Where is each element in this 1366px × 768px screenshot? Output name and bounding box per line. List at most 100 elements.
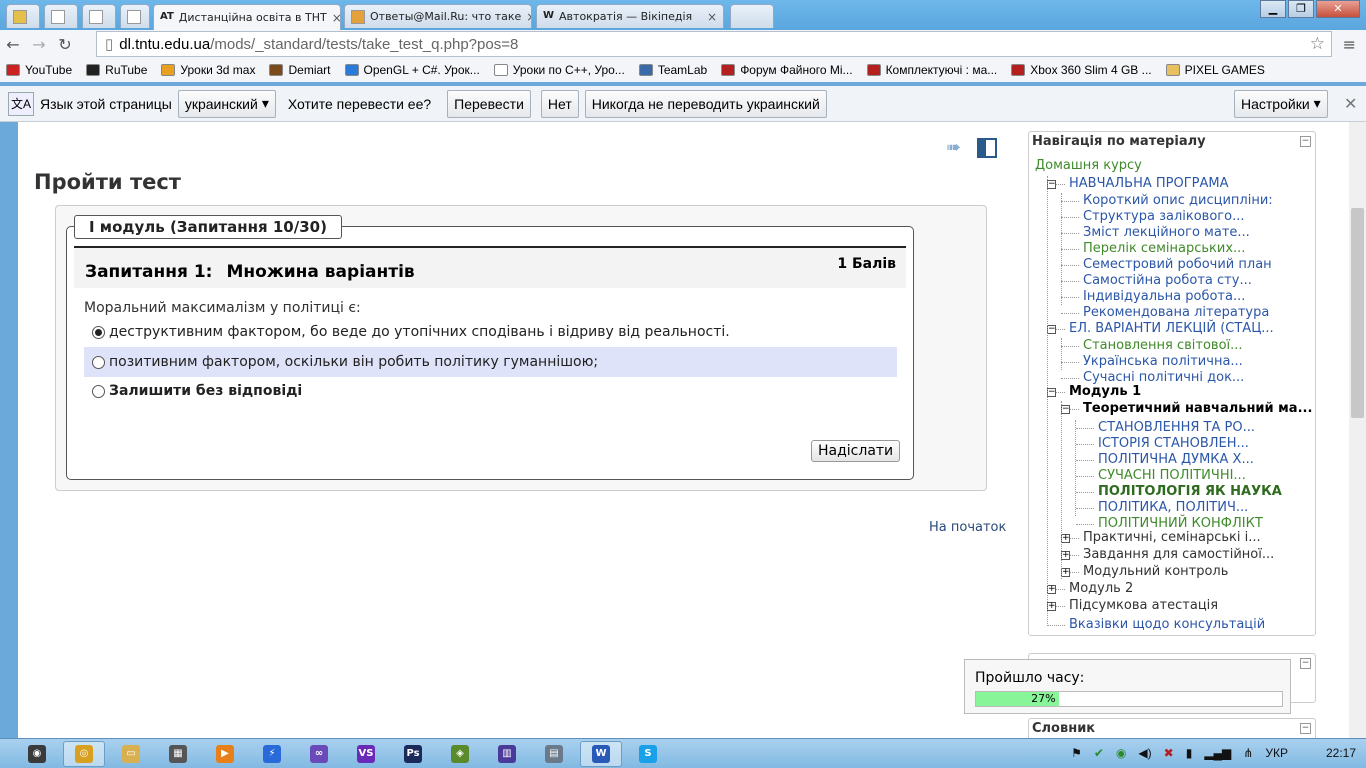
nav-tree-item[interactable]: Підсумкова атестація <box>1069 598 1218 614</box>
expand-node-icon[interactable]: + <box>1047 585 1056 594</box>
signal-icon[interactable]: ▂▄▆ <box>1204 746 1231 760</box>
bookmark-item[interactable]: Форум Файного Мі... <box>721 63 853 77</box>
taskbar-button[interactable]: ▶ <box>204 741 246 767</box>
collapse-node-icon[interactable]: − <box>1047 325 1056 334</box>
collapse-icon[interactable]: − <box>1300 723 1311 734</box>
network-status-icon[interactable]: ◉ <box>1116 746 1126 760</box>
nav-tree-item[interactable]: Структура залікового... <box>1083 209 1244 225</box>
language-select[interactable]: украинский ▾ <box>177 89 276 118</box>
muted-icon[interactable]: ✖ <box>1164 746 1174 760</box>
nav-tree-item[interactable]: ПОЛІТИЧНА ДУМКА Х... <box>1098 452 1254 468</box>
nav-tree-item[interactable]: ПОЛІТИКА, ПОЛІТИЧ... <box>1098 500 1248 516</box>
nav-tree-item[interactable]: Теоретичний навчальний ма... <box>1083 401 1312 417</box>
never-translate-button[interactable]: Никогда не переводить украинский <box>584 89 827 118</box>
taskbar-button[interactable]: ▭ <box>110 741 152 767</box>
no-button[interactable]: Нет <box>540 89 579 118</box>
bookmark-item[interactable]: RuTube <box>86 63 147 77</box>
flag-icon[interactable]: ⚑ <box>1071 746 1082 760</box>
submit-button[interactable]: Надіслати <box>811 440 901 462</box>
nav-home-link[interactable]: Домашня курсу <box>1035 158 1142 174</box>
nav-tree-item[interactable]: ПОЛІТОЛОГІЯ ЯК НАУКА <box>1098 484 1282 500</box>
bookmark-item[interactable]: Demiart <box>269 63 331 77</box>
bookmark-item[interactable]: Xbox 360 Slim 4 GB ... <box>1011 63 1152 77</box>
nav-tree-item[interactable]: Вказівки щодо консультацій <box>1069 617 1265 633</box>
taskbar-button[interactable]: S <box>627 741 669 767</box>
back-to-top-link[interactable]: На початок <box>929 520 1006 535</box>
reload-icon[interactable]: ↻ <box>52 35 78 54</box>
arrow-right-icon[interactable]: ➠ <box>946 137 961 158</box>
nav-tree-item[interactable]: Практичні, семінарські і... <box>1083 530 1261 546</box>
bookmark-item[interactable]: PIXEL GAMES <box>1165 63 1265 77</box>
bookmark-item[interactable]: Комплектуючі : ма... <box>866 63 997 77</box>
new-tab-button[interactable] <box>730 4 774 28</box>
bookmark-star-icon[interactable]: ☆ <box>1310 34 1325 54</box>
tab-close-icon[interactable]: × <box>332 11 340 25</box>
translate-button[interactable]: Перевести <box>447 89 531 118</box>
nav-tree-item[interactable]: СТАНОВЛЕННЯ ТА РО... <box>1098 420 1255 436</box>
nav-tree-item[interactable]: СУЧАСНІ ПОЛІТИЧНІ... <box>1098 468 1246 484</box>
taskbar-button[interactable]: ▦ <box>157 741 199 767</box>
volume-icon[interactable]: ◀) <box>1138 746 1151 760</box>
nav-tree-item[interactable]: Модуль 1 <box>1069 384 1141 400</box>
address-bar[interactable]: ▯ dl.tntu.edu.ua/mods/_standard/tests/ta… <box>96 31 1332 57</box>
page-scrollbar[interactable] <box>1349 122 1366 738</box>
nav-tree-item[interactable]: Індивідуальна робота... <box>1083 289 1245 305</box>
scrollbar-thumb[interactable] <box>1351 208 1364 418</box>
answer-radio[interactable] <box>92 325 105 339</box>
answer-option[interactable]: Залишити без відповіді <box>84 376 897 406</box>
nav-tree-item[interactable]: Завдання для самостійної... <box>1083 547 1274 563</box>
expand-node-icon[interactable]: + <box>1047 602 1056 611</box>
taskbar-button[interactable]: ▥ <box>486 741 528 767</box>
browser-tab[interactable] <box>120 4 150 28</box>
nav-tree-item[interactable]: Рекомендована література <box>1083 305 1269 321</box>
nav-tree-item[interactable]: Зміст лекційного мате... <box>1083 225 1250 241</box>
close-window-button[interactable]: ✕ <box>1316 0 1360 18</box>
keyboard-language[interactable]: УКР <box>1265 746 1288 760</box>
nav-tree-item[interactable]: Модульний контроль <box>1083 564 1228 580</box>
nav-tree-item[interactable]: Модуль 2 <box>1069 581 1133 597</box>
nav-tree-item[interactable]: Українська політична... <box>1083 354 1243 370</box>
taskbar-button[interactable]: W <box>580 741 622 767</box>
taskbar-button[interactable]: ◎ <box>63 741 105 767</box>
browser-tab[interactable] <box>82 4 116 28</box>
taskbar-button[interactable]: Ps <box>392 741 434 767</box>
taskbar-button[interactable]: ⚡ <box>251 741 293 767</box>
answer-radio[interactable] <box>92 355 105 369</box>
nav-tree-item[interactable]: НАВЧАЛЬНА ПРОГРАМА <box>1069 176 1229 192</box>
nav-tree-item[interactable]: Перелік семінарських... <box>1083 241 1245 257</box>
nav-tree-item[interactable]: ЕЛ. ВАРІАНТИ ЛЕКЦІЙ (СТАЦ... <box>1069 321 1274 337</box>
bookmark-item[interactable]: YouTube <box>6 63 72 77</box>
taskbar-button[interactable]: ◉ <box>16 741 58 767</box>
tab-close-icon[interactable]: × <box>707 10 717 24</box>
browser-tab[interactable]: Ответы@Mail.Ru: что таке × <box>344 4 532 28</box>
browser-tab[interactable]: W Автократія — Вікіпедія × <box>536 4 724 28</box>
nav-tree-item[interactable]: Становлення світової... <box>1083 338 1243 354</box>
tab-close-icon[interactable]: × <box>526 10 531 24</box>
answer-radio[interactable] <box>92 384 105 398</box>
nav-tree-item[interactable]: Семестровий робочий план <box>1083 257 1272 273</box>
nav-tree-item[interactable]: ІСТОРІЯ СТАНОВЛЕН... <box>1098 436 1249 452</box>
menu-icon[interactable]: ≡ <box>1343 35 1356 54</box>
browser-tab[interactable]: AT Дистанційна освіта в ТНТ × <box>153 4 341 30</box>
expand-node-icon[interactable]: + <box>1061 534 1070 543</box>
collapse-icon[interactable]: − <box>1300 658 1311 669</box>
taskbar-button[interactable]: ◈ <box>439 741 481 767</box>
antenna-icon[interactable]: ⋔ <box>1243 746 1253 760</box>
nav-tree-item[interactable]: Самостійна робота сту... <box>1083 273 1252 289</box>
forward-icon[interactable]: → <box>26 35 52 54</box>
collapse-node-icon[interactable]: − <box>1047 388 1056 397</box>
expand-node-icon[interactable]: + <box>1061 551 1070 560</box>
back-icon[interactable]: ← <box>0 35 26 54</box>
taskbar-button[interactable]: VS <box>345 741 387 767</box>
browser-tab[interactable] <box>6 4 40 28</box>
browser-tab[interactable] <box>44 4 78 28</box>
maximize-button[interactable]: ❐ <box>1288 0 1314 18</box>
sidebar-toggle-icon[interactable] <box>977 137 998 158</box>
collapse-node-icon[interactable]: − <box>1047 180 1056 189</box>
answer-option[interactable]: деструктивним фактором, бо веде до утопі… <box>84 317 897 347</box>
answer-option[interactable]: позитивним фактором, оскільки він робить… <box>84 347 897 377</box>
bookmark-item[interactable]: Уроки по C++, Уро... <box>493 63 625 77</box>
battery-icon[interactable]: ▮ <box>1186 746 1193 760</box>
collapse-icon[interactable]: − <box>1300 136 1311 147</box>
translate-settings-button[interactable]: Настройки ▾ <box>1234 89 1328 118</box>
